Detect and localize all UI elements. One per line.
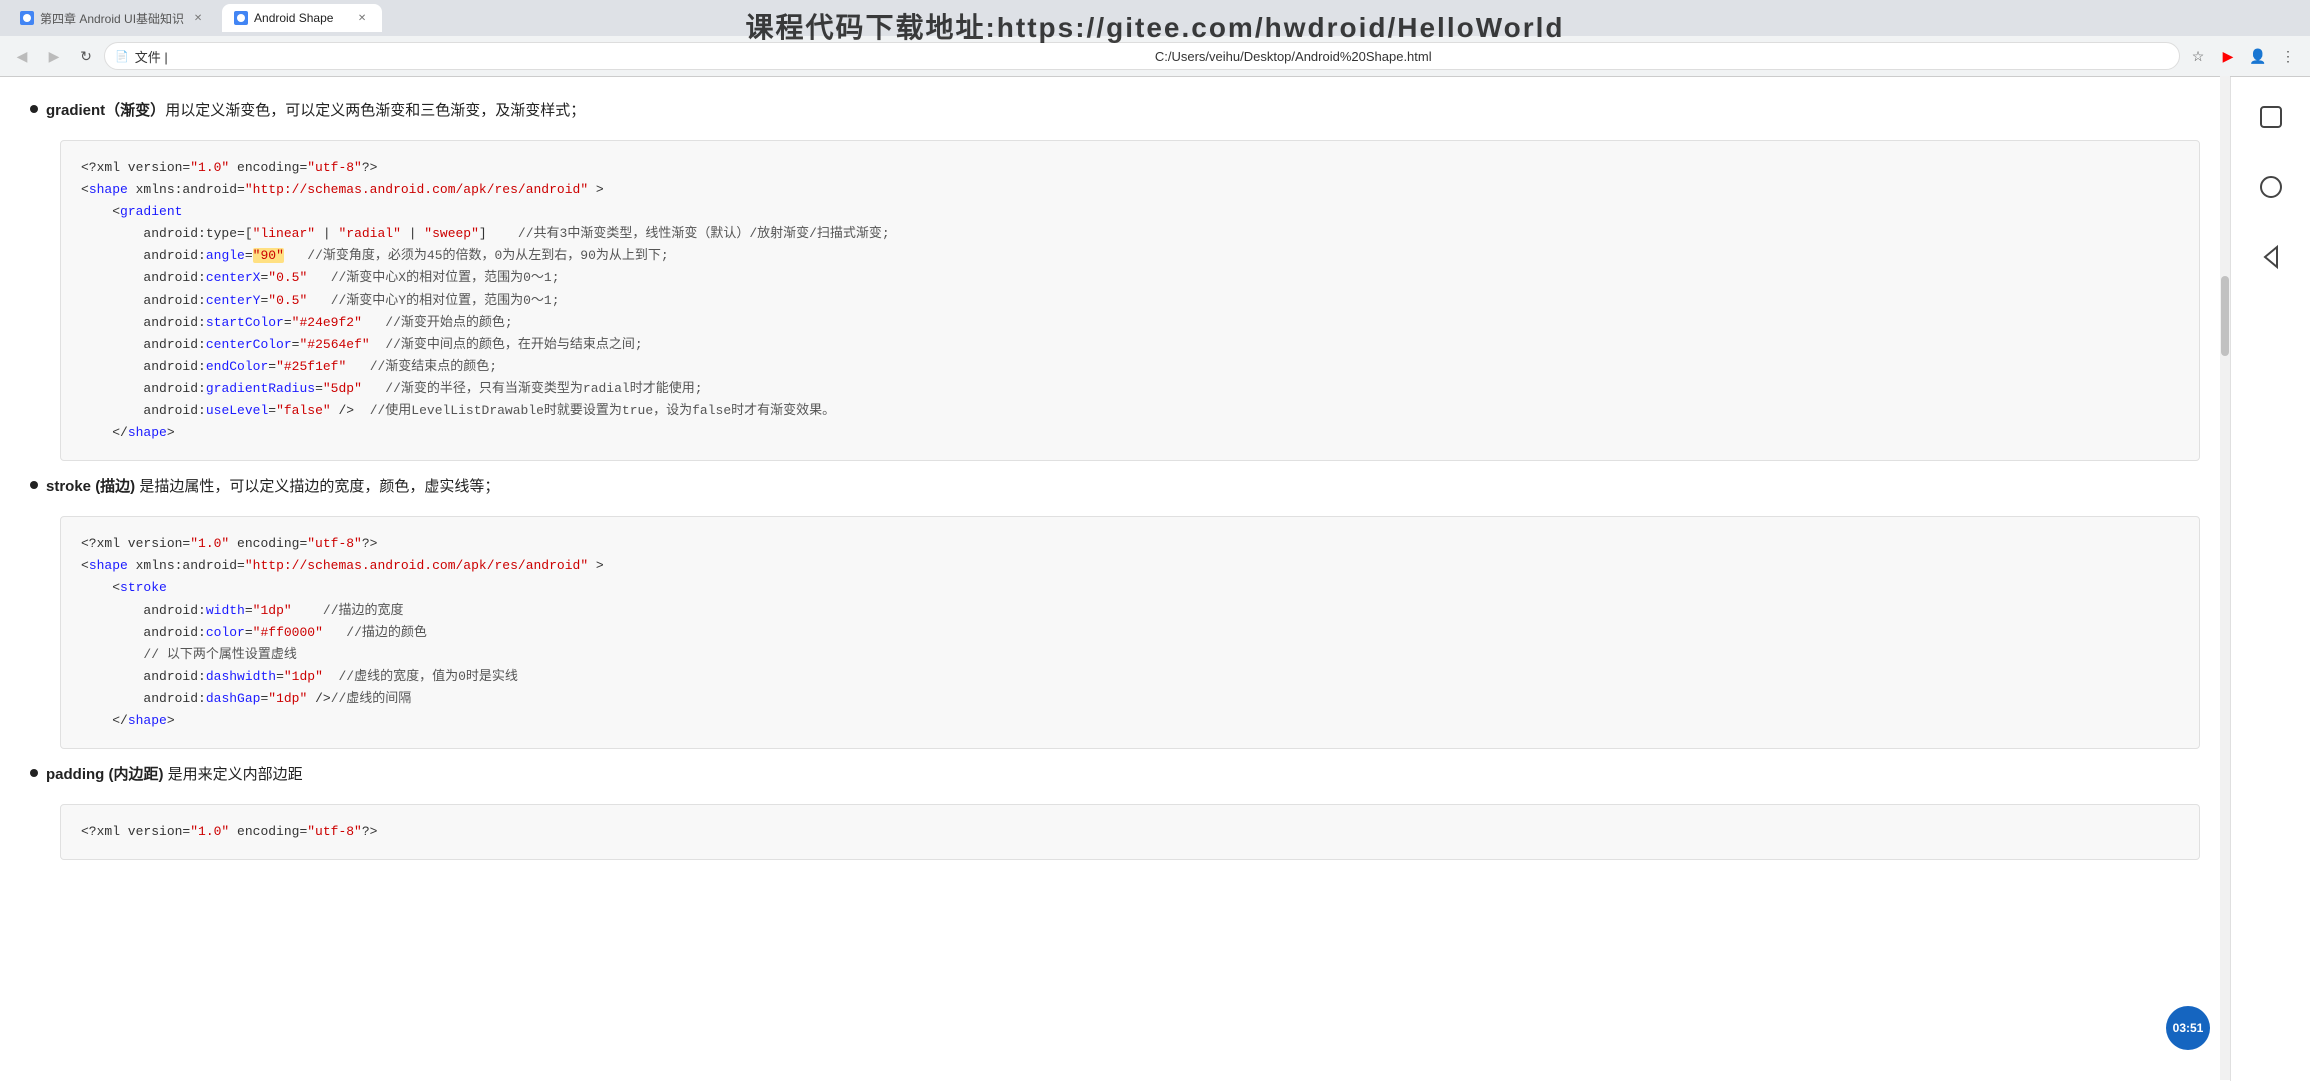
padding-code-block: <?xml version="1.0" encoding="utf-8"?> [60,804,2200,860]
account-icon[interactable]: 👤 [2244,42,2272,70]
browser-chrome: 第四章 Android UI基础知识 ✕ Android Shape ✕ ◀ ▶… [0,0,2310,77]
right-panel [2230,77,2310,1081]
tab-1-title: 第四章 Android UI基础知识 [40,10,184,27]
stroke-bullet-dot [30,481,38,489]
timer-badge[interactable]: 03:51 [2166,1006,2210,1050]
stroke-code-block: <?xml version="1.0" encoding="utf-8"?> <… [60,516,2200,749]
file-icon: 📄 [115,50,129,63]
square-button[interactable] [2251,97,2291,137]
tab-1[interactable]: 第四章 Android UI基础知识 ✕ [8,4,218,32]
padding-bullet-dot [30,769,38,777]
gradient-bullet-dot [30,105,38,113]
tab-2-favicon [234,11,248,25]
back-nav-button[interactable] [2251,237,2291,277]
tab-1-favicon [20,11,34,25]
address-url: C:/Users/veihu/Desktop/Android%20Shape.h… [1155,49,2169,64]
tab-2-close[interactable]: ✕ [354,10,370,26]
address-input[interactable]: 📄 文件 | C:/Users/veihu/Desktop/Android%20… [104,42,2180,70]
scrollbar-track[interactable] [2220,76,2230,1080]
padding-text: padding (内边距) 是用来定义内部边距 [46,761,303,788]
circle-button[interactable] [2251,167,2291,207]
gradient-section: gradient（渐变）gradient（渐变）用以定义渐变色，可以定义两色渐变… [30,97,2200,124]
padding-keyword: padding (内边距) [46,766,163,783]
gradient-code-block: <?xml version="1.0" encoding="utf-8"?> <… [60,140,2200,461]
main-content: gradient（渐变）gradient（渐变）用以定义渐变色，可以定义两色渐变… [0,77,2230,1081]
tab-2[interactable]: Android Shape ✕ [222,4,382,32]
circle-icon [2257,173,2285,201]
gradient-keyword: gradient（渐变） [46,102,165,119]
address-bar: ◀ ▶ ↻ 📄 文件 | C:/Users/veihu/Desktop/Andr… [0,36,2310,76]
forward-button[interactable]: ▶ [40,42,68,70]
menu-icon[interactable]: ⋮ [2274,42,2302,70]
square-icon [2257,103,2285,131]
bookmark-icon[interactable]: ☆ [2184,42,2212,70]
triangle-icon [2257,243,2285,271]
tab-1-close[interactable]: ✕ [190,10,206,26]
back-button[interactable]: ◀ [8,42,36,70]
page-layout: gradient（渐变）gradient（渐变）用以定义渐变色，可以定义两色渐变… [0,77,2310,1081]
stroke-text: stroke (描边) 是描边属性，可以定义描边的宽度，颜色，虚实线等； [46,473,499,500]
refresh-button[interactable]: ↻ [72,42,100,70]
padding-section: padding (内边距) 是用来定义内部边距 [30,761,2200,788]
youtube-icon[interactable]: ▶ [2214,42,2242,70]
stroke-section: stroke (描边) 是描边属性，可以定义描边的宽度，颜色，虚实线等； [30,473,2200,500]
toolbar-icons: ☆ ▶ 👤 ⋮ [2184,42,2302,70]
tab-bar: 第四章 Android UI基础知识 ✕ Android Shape ✕ [0,0,2310,36]
stroke-keyword: stroke (描边) [46,478,135,495]
gradient-text: gradient（渐变）gradient（渐变）用以定义渐变色，可以定义两色渐变… [46,97,585,124]
tab-2-title: Android Shape [254,11,348,25]
scrollbar-thumb[interactable] [2221,276,2229,356]
address-prefix: 文件 | [135,47,1149,66]
